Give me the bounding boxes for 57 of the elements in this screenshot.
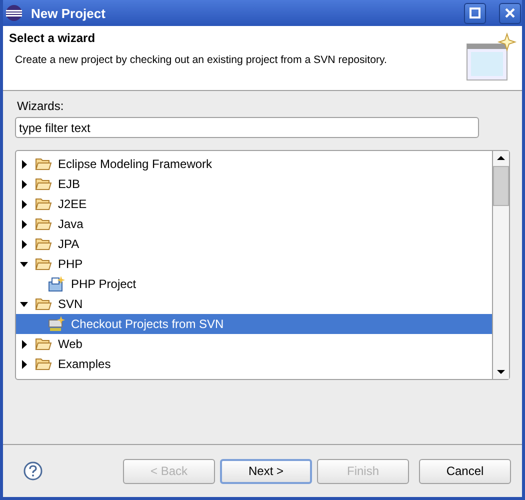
tree-item-label: Java [58,217,84,231]
folder-icon [35,157,52,171]
tree-item[interactable]: Examples [16,354,492,374]
tree-item-label: Eclipse Modeling Framework [58,157,212,171]
folder-icon [35,337,52,351]
folder-icon [35,237,52,251]
maximize-button[interactable] [464,2,486,24]
scrollbar[interactable] [492,151,509,379]
tree-item-label: SVN [58,297,83,311]
tree-item-label: PHP Project [71,277,136,291]
project-wizard-icon [48,276,65,292]
collapsed-arrow-icon[interactable] [20,340,29,348]
tree-item[interactable]: J2EE [16,194,492,214]
tree-item-label: Examples [58,357,111,371]
tree-item-label: PHP [58,257,83,271]
tree-item[interactable]: PHP Project [16,274,492,294]
folder-icon [35,257,52,271]
expanded-arrow-icon[interactable] [20,260,29,268]
maximize-icon [469,7,481,19]
tree-item[interactable]: Checkout Projects from SVN [16,314,492,334]
folder-icon [35,297,52,311]
tree-item[interactable]: SVN [16,294,492,314]
expanded-arrow-icon[interactable] [20,300,29,308]
help-icon[interactable] [23,461,43,481]
scroll-thumb[interactable] [493,166,509,206]
collapsed-arrow-icon[interactable] [20,200,29,208]
tree-item-label: Web [58,337,82,351]
tree-item[interactable]: Java [16,214,492,234]
collapsed-arrow-icon[interactable] [20,220,29,228]
wizards-label: Wizards: [17,99,65,113]
tree-item[interactable]: EJB [16,174,492,194]
folder-icon [35,177,52,191]
folder-icon [35,357,52,371]
folder-icon [35,217,52,231]
collapsed-arrow-icon[interactable] [20,360,29,368]
tree-item-label: J2EE [58,197,87,211]
tree-item-label: JPA [58,237,80,251]
window-title: New Project [31,6,106,20]
dialog-button[interactable]: Cancel [419,458,511,484]
filter-field[interactable]: type filter text [15,117,479,138]
close-icon [504,7,516,19]
wizard-description: Create a new project by checking out an existing project from a SVN repository. [15,54,388,66]
dialog-button[interactable]: Next > [220,458,312,484]
repository-wizard-icon [48,316,65,332]
collapsed-arrow-icon[interactable] [20,180,29,188]
app-icon [5,4,23,22]
folder-icon [35,197,52,211]
collapsed-arrow-icon[interactable] [20,160,29,168]
tree-item[interactable]: JPA [16,234,492,254]
tree-item[interactable]: PHP [16,254,492,274]
collapsed-arrow-icon[interactable] [20,240,29,248]
close-button[interactable] [499,2,521,24]
wizard-title: Select a wizard [9,31,96,45]
tree-item-label: Checkout Projects from SVN [71,317,224,331]
tree-item-label: EJB [58,177,80,191]
tree-item[interactable]: Eclipse Modeling Framework [16,154,492,174]
tree-item[interactable]: Web [16,334,492,354]
